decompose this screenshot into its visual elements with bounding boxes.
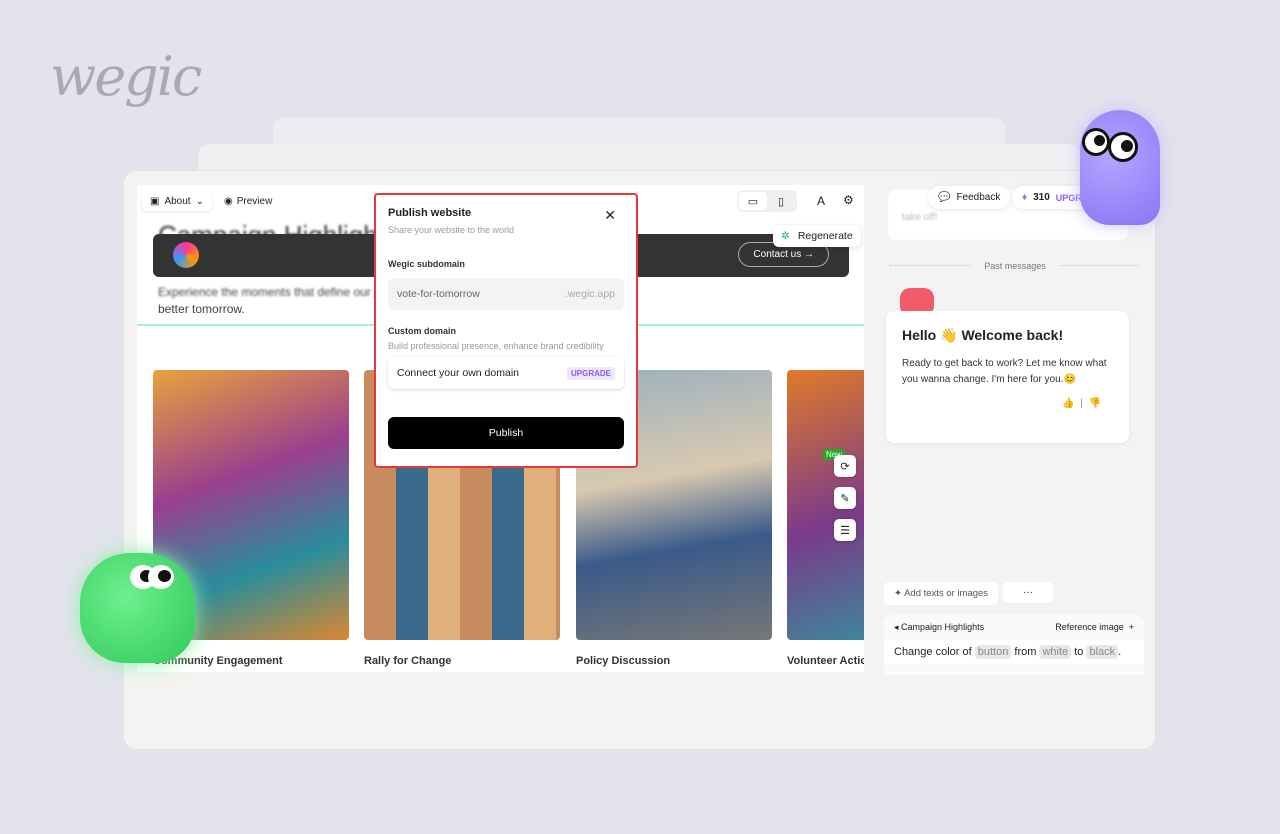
input-text: Change color of <box>894 646 972 658</box>
context-label: Campaign Highlights <box>901 622 985 632</box>
thumbs-up-icon[interactable]: 👍 <box>1062 398 1074 409</box>
more-button[interactable]: ··· <box>1003 582 1053 603</box>
input-chip: black <box>1086 645 1119 659</box>
thumbs-down-icon[interactable]: 👎 <box>1089 398 1101 409</box>
subdomain-label: Wegic subdomain <box>388 259 465 269</box>
page-icon: ▣ <box>150 195 160 207</box>
replace-icon[interactable]: ⟳ <box>834 455 856 477</box>
card-title: Volunteer Action <box>787 655 864 667</box>
chevron-down-icon: ⌄ <box>195 195 204 207</box>
past-messages-divider: Past messages <box>890 261 1140 271</box>
subtitle-line: Experience the moments that define our j… <box>158 285 384 299</box>
greeting: Hello 👋 Welcome back! <box>902 327 1064 343</box>
sparkle-icon: ✲ <box>781 230 790 242</box>
subdomain-suffix: .wegic.app <box>564 288 615 300</box>
contact-label: Contact us <box>753 249 802 260</box>
regenerate-button[interactable]: ✲ Regenerate <box>773 225 861 247</box>
sparkle-icon: ✦ <box>894 588 902 599</box>
modal-title: Publish website <box>388 207 472 219</box>
modal-subtitle: Share your website to the world <box>388 225 515 235</box>
chat-panel: take off! 💬 Feedback ♦ 310 UPGRADE Past mes… <box>880 170 1155 675</box>
add-label: Add texts or images <box>904 588 989 599</box>
upgrade-badge: UPGRADE <box>566 366 615 380</box>
preview-label: Preview <box>236 195 273 207</box>
desktop-icon[interactable]: ▭ <box>739 192 767 210</box>
input-text: . <box>1118 646 1122 658</box>
custom-domain-desc: Build professional presence, enhance bra… <box>388 341 604 351</box>
add-texts-button[interactable]: ✦ Add texts or images <box>884 582 999 605</box>
input-chip: white <box>1039 645 1072 659</box>
purple-mascot <box>1080 110 1160 225</box>
chat-icon: 💬 <box>938 192 951 203</box>
reference-label: Reference image <box>1055 622 1124 632</box>
chat-input-box[interactable]: ◂ Campaign Highlights Reference image + C… <box>884 615 1144 675</box>
card-title: Rally for Change <box>364 655 452 667</box>
context-tag[interactable]: ◂ Campaign Highlights <box>894 622 984 633</box>
input-text: to <box>1074 646 1084 658</box>
wegic-logo: wegic <box>50 45 202 108</box>
input-text: from <box>1014 646 1037 658</box>
site-logo <box>173 242 199 268</box>
subdomain-value: vote-for-tomorrow <box>397 288 480 300</box>
credits-count: 310 <box>1033 192 1050 203</box>
font-icon[interactable]: A <box>817 194 825 208</box>
preview-button[interactable]: ◉ Preview <box>224 196 272 207</box>
publish-button[interactable]: Publish <box>388 417 624 449</box>
reference-image-button[interactable]: Reference image + <box>1055 622 1134 633</box>
feedback-label: Feedback <box>956 192 1001 203</box>
custom-domain-label: Custom domain <box>388 326 457 336</box>
message-text: Ready to get back to work? Let me know w… <box>902 358 1107 385</box>
card-title: Policy Discussion <box>576 655 671 667</box>
publish-modal: Publish website Share your website to th… <box>374 193 638 468</box>
connect-label: Connect your own domain <box>397 367 519 379</box>
chat-input[interactable]: Change color of button from white to bla… <box>884 640 1144 664</box>
green-mascot <box>80 553 195 663</box>
page-select-label: About <box>164 195 191 207</box>
image-tools: ⟳ ✎ ☰ <box>834 455 856 541</box>
past-label: Past messages <box>972 261 1058 271</box>
subtitle-line: better tomorrow. <box>158 302 245 316</box>
regenerate-label: Regenerate <box>797 230 853 242</box>
connect-domain-button[interactable]: Connect your own domain UPGRADE <box>388 357 624 389</box>
feedback-button[interactable]: 💬 Feedback <box>928 186 1011 209</box>
menu-icon[interactable]: ☰ <box>834 519 856 541</box>
page-select[interactable]: ▣ About ⌄ <box>142 192 212 211</box>
settings-icon[interactable]: ⚙ <box>843 193 854 207</box>
eye-icon: ◉ <box>223 195 233 207</box>
subdomain-input[interactable]: vote-for-tomorrow .wegic.app <box>388 278 624 310</box>
hero-subtitle: Experience the moments that define our j… <box>158 284 383 318</box>
gem-icon: ♦ <box>1022 192 1028 203</box>
mobile-icon[interactable]: ▯ <box>767 192 795 210</box>
device-switch: ▭ ▯ <box>737 190 797 212</box>
assistant-message: Hello 👋 Welcome back! Ready to get back … <box>886 311 1129 443</box>
input-chip: button <box>974 645 1012 659</box>
close-icon[interactable]: ✕ <box>604 207 616 224</box>
edit-image-icon[interactable]: ✎ <box>834 487 856 509</box>
